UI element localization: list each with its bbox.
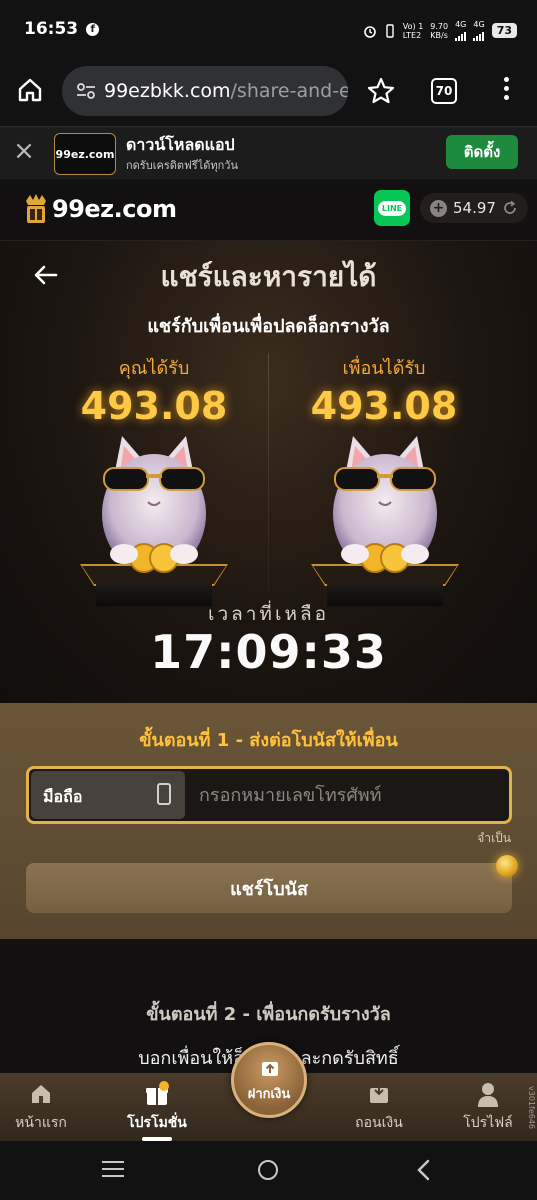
vibrate-icon	[386, 23, 394, 38]
friend-gets-label: เพื่อนได้รับ	[342, 358, 426, 379]
volte-text: Vo) 1	[402, 21, 424, 31]
nav-profile-label: โปรไฟล์	[463, 1115, 513, 1131]
facebook-notification-icon: f	[86, 22, 100, 36]
nav-promotions-label: โปรโมชั่น	[127, 1115, 187, 1131]
phone-number-input[interactable]	[199, 771, 499, 819]
signal-1: 4G	[455, 20, 466, 41]
home-icon	[28, 1081, 54, 1107]
lte-text: LTE2	[402, 30, 422, 40]
friend-gets-value: 493.08	[310, 384, 458, 428]
home-icon[interactable]	[16, 76, 44, 104]
network-speed: 9.70 KB/s	[430, 22, 448, 40]
network-type-1: 4G	[455, 20, 467, 29]
close-icon[interactable]: ×	[12, 138, 36, 164]
address-bar[interactable]: 99ezbkk.com/share-and-e	[62, 66, 348, 116]
line-label: LINE	[377, 200, 407, 216]
reward-divider	[268, 353, 269, 593]
phone-icon	[157, 783, 171, 805]
page-title: แชร์และหารายได้	[160, 260, 377, 293]
browser-toolbar: 99ezbkk.com/share-and-e 70	[0, 58, 537, 126]
share-bonus-button[interactable]: แชร์โบนัส	[26, 863, 512, 913]
status-bar: 16:53 f Vo) 1 LTE2 9.70 KB/s 4G 4G 73	[0, 0, 537, 58]
version-tag: v301fe646	[527, 1086, 536, 1130]
you-get-panel: คุณได้รับ 493.08	[54, 353, 254, 428]
line-icon[interactable]: LINE	[374, 190, 410, 226]
status-time: 16:53	[24, 19, 79, 39]
friend-gets-panel: เพื่อนได้รับ 493.08	[284, 353, 484, 428]
signal-bars-1-icon	[455, 29, 467, 41]
you-get-value: 493.08	[80, 384, 228, 428]
alarm-icon	[363, 25, 376, 38]
balance-display[interactable]: + 54.97	[420, 193, 528, 223]
deposit-icon	[262, 1062, 278, 1076]
recent-apps-icon[interactable]	[102, 1161, 124, 1179]
page-subtitle: แชร์กับเพื่อนเพื่อปลดล็อกรางวัล	[147, 316, 390, 337]
volte-indicator: Vo) 1 LTE2	[403, 22, 424, 40]
site-logo-text: 99ez.com	[52, 195, 177, 223]
app-install-banner: × 99ez.com ดาวน์โหลดแอป กดรับเครดิตฟรีได…	[0, 126, 537, 179]
deposit-label: ฝากเงิน	[247, 1087, 291, 1102]
nav-home-label: หน้าแรก	[15, 1115, 67, 1131]
refresh-icon[interactable]	[502, 200, 518, 216]
share-hero: แชร์และหารายได้ แชร์กับเพื่อนเพื่อปลดล็อ…	[0, 241, 537, 703]
wallet-icon	[366, 1081, 392, 1107]
step1-panel: ขั้นตอนที่ 1 - ส่งต่อโบนัสให้เพื่อน มือถ…	[0, 703, 537, 939]
nav-withdraw[interactable]: ถอนเงิน	[334, 1081, 424, 1134]
tabs-icon[interactable]: 70	[431, 78, 457, 104]
phone-field: มือถือ	[26, 766, 512, 824]
user-icon	[475, 1081, 501, 1107]
network-type-2: 4G	[473, 20, 485, 29]
battery-level: 73	[491, 23, 517, 38]
gift-icon	[144, 1081, 170, 1107]
url-host: 99ezbkk.com	[104, 80, 231, 102]
install-button[interactable]: ติดตั้ง	[446, 135, 518, 169]
url-path: /share-and-e	[230, 80, 348, 102]
nav-promotions[interactable]: โปรโมชั่น	[112, 1081, 202, 1134]
system-back-icon[interactable]	[412, 1158, 436, 1182]
banner-title: ดาวน์โหลดแอป	[126, 135, 235, 154]
speed-value: 9.70	[430, 21, 449, 31]
nav-profile[interactable]: โปรไฟล์	[443, 1081, 533, 1134]
plus-icon[interactable]: +	[430, 199, 447, 217]
crown-crest-icon	[26, 194, 46, 223]
cat-mascot-icon	[311, 436, 459, 606]
contact-type-selector[interactable]: มือถือ	[31, 771, 185, 819]
system-nav-bar	[0, 1141, 537, 1200]
contact-type-label: มือถือ	[43, 787, 83, 806]
nav-home[interactable]: หน้าแรก	[0, 1081, 86, 1134]
nav-withdraw-label: ถอนเงิน	[355, 1115, 403, 1131]
menu-icon[interactable]	[500, 77, 512, 107]
cat-mascot-icon	[80, 436, 228, 606]
site-header: 99ez.com LINE + 54.97	[0, 179, 537, 241]
site-logo[interactable]: 99ez.com	[24, 193, 177, 225]
deposit-button[interactable]: ฝากเงิน	[231, 1042, 307, 1118]
status-indicators: Vo) 1 LTE2 9.70 KB/s 4G 4G 73	[363, 20, 517, 41]
coin-icon[interactable]	[496, 855, 518, 877]
required-note: จำเป็น	[477, 831, 511, 845]
countdown-timer: 17:09:33	[150, 625, 387, 679]
step1-title: ขั้นตอนที่ 1 - ส่งต่อโบนัสให้เพื่อน	[139, 730, 398, 751]
banner-subtitle: กดรับเครดิตฟรีได้ทุกวัน	[126, 159, 238, 172]
balance-amount: 54.97	[453, 199, 496, 217]
step2-title: ขั้นตอนที่ 2 - เพื่อนกดรับรางวัล	[146, 1004, 391, 1025]
signal-2: 4G	[473, 20, 485, 41]
speed-unit: KB/s	[430, 30, 448, 40]
app-logo: 99ez.com	[54, 133, 116, 175]
site-settings-icon[interactable]	[76, 82, 96, 100]
star-icon[interactable]	[366, 76, 396, 106]
you-get-label: คุณได้รับ	[118, 358, 190, 379]
system-home-icon[interactable]	[258, 1160, 278, 1180]
signal-bars-2-icon	[473, 29, 485, 41]
